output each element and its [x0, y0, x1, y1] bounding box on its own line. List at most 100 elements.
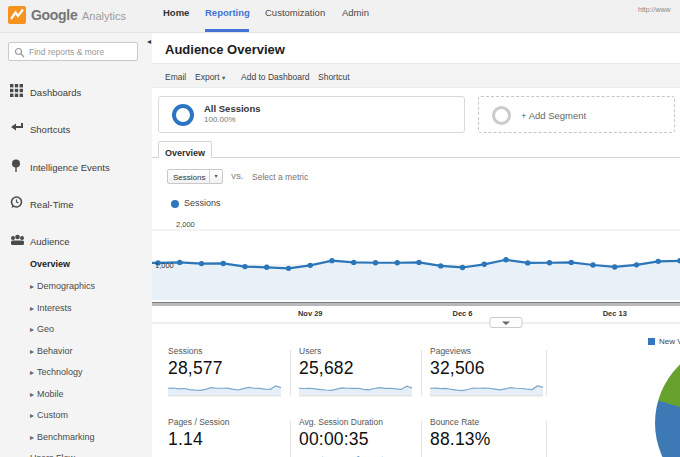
metric-value: 1.14	[168, 429, 286, 450]
sidebar-item-users-flow[interactable]: Users Flow	[0, 453, 152, 457]
metric-card-avg-duration: Avg. Session Duration 00:00:35	[299, 417, 417, 457]
metric-value: 32,506	[430, 358, 548, 379]
new-visitor-legend-swatch	[648, 338, 655, 345]
expand-arrow-icon: ▸	[30, 411, 34, 420]
metric-value: 25,682	[299, 358, 417, 379]
sessions-legend-dot-icon	[171, 200, 179, 208]
sidebar-item-geo[interactable]: ▸ Geo	[0, 324, 152, 338]
top-header: Google Analytics Home Reporting Customiz…	[0, 0, 680, 33]
shortcuts-arrow-icon	[10, 121, 24, 134]
expand-arrow-icon: ▸	[30, 304, 34, 313]
sidebar-item-label: Dashboards	[30, 87, 81, 98]
sidebar-item-custom[interactable]: ▸ Custom	[0, 410, 152, 424]
search-input[interactable]	[29, 44, 134, 59]
sidebar-item-label: Shortcuts	[30, 124, 70, 135]
shortcut-button[interactable]: Shortcut	[318, 72, 350, 82]
svg-text:Nov 29: Nov 29	[298, 309, 323, 318]
card-divider	[546, 421, 547, 457]
metric-card-users: Users 25,682	[299, 346, 417, 401]
select-metric-dropdown[interactable]: Select a metric	[252, 172, 308, 182]
add-segment-button[interactable]: + Add Segment	[478, 96, 675, 133]
expand-arrow-icon: ▸	[30, 390, 34, 399]
nav-home[interactable]: Home	[163, 7, 189, 18]
metric-label: Users	[299, 346, 417, 356]
segment-title: All Sessions	[204, 103, 261, 114]
svg-text:2,000: 2,000	[176, 220, 195, 229]
sidebar-item-shortcuts[interactable]: Shortcuts	[0, 121, 152, 139]
email-button[interactable]: Email	[165, 72, 186, 82]
sidebar-item-label: Real-Time	[30, 199, 73, 210]
sidebar-subitem-label: Mobile	[37, 389, 64, 399]
brand-google: Google	[31, 7, 77, 23]
card-divider	[290, 421, 291, 457]
metric-label: Avg. Session Duration	[299, 417, 417, 427]
card-divider	[546, 350, 547, 396]
sidebar-item-label: Audience	[30, 236, 70, 247]
sidebar-item-technology[interactable]: ▸ Technology	[0, 367, 152, 381]
nav-customization[interactable]: Customization	[265, 7, 325, 18]
metric-card-bounce-rate: Bounce Rate 88.13%	[430, 417, 548, 457]
visitor-type-pie-chart	[655, 342, 680, 457]
pages-session-sparkline	[168, 452, 281, 457]
sidebar-subitem-label: Overview	[30, 259, 70, 269]
dashboards-grid-icon	[10, 84, 23, 97]
add-to-dashboard-button[interactable]: Add to Dashboard	[241, 72, 310, 82]
expand-arrow-icon: ▸	[30, 325, 34, 334]
page-title: Audience Overview	[165, 42, 285, 57]
report-toolbar: Email Export ▾ Add to Dashboard Shortcut	[152, 63, 680, 88]
tab-overview[interactable]: Overview	[158, 141, 212, 158]
sidebar-item-audience[interactable]: Audience	[0, 233, 152, 251]
brand-analytics: Analytics	[82, 10, 126, 22]
sidebar-subitem-label: Behavior	[37, 346, 73, 356]
active-nav-underline	[205, 29, 249, 32]
collapse-sidebar-icon[interactable]: ◂	[147, 37, 151, 46]
card-divider	[421, 350, 422, 396]
sidebar-item-intelligence-events[interactable]: Intelligence Events	[0, 159, 152, 177]
segment-all-sessions[interactable]: All Sessions 100.00%	[158, 96, 465, 133]
segment-percent: 100.00%	[204, 115, 236, 124]
nav-admin[interactable]: Admin	[342, 7, 369, 18]
segment-ring-icon	[172, 104, 194, 126]
nav-reporting[interactable]: Reporting	[205, 7, 250, 18]
metric-label: Pageviews	[430, 346, 548, 356]
main-content: ◂ Audience Overview Email Export ▾ Add t…	[152, 33, 680, 457]
export-button[interactable]: Export ▾	[195, 72, 225, 82]
sidebar-item-real-time[interactable]: Real-Time	[0, 196, 152, 214]
sidebar-item-dashboards[interactable]: Dashboards	[0, 84, 152, 102]
avg-duration-sparkline	[299, 452, 412, 457]
sidebar-item-demographics[interactable]: ▸ Demographics	[0, 281, 152, 295]
expand-arrow-icon: ▸	[30, 282, 34, 291]
sidebar-item-label: Intelligence Events	[30, 162, 110, 173]
sidebar-item-mobile[interactable]: ▸ Mobile	[0, 389, 152, 403]
users-sparkline	[299, 381, 412, 397]
sidebar-subitem-label: Interests	[37, 303, 72, 313]
sessions-sparkline	[168, 381, 281, 397]
sidebar-item-interests[interactable]: ▸ Interests	[0, 303, 152, 317]
svg-text:Dec 6: Dec 6	[452, 309, 472, 318]
sidebar-item-benchmarking[interactable]: ▸ Benchmarking	[0, 432, 152, 446]
metric-value: 88.13%	[430, 429, 548, 450]
metric-value: 00:00:35	[299, 429, 417, 450]
sessions-legend-label: Sessions	[184, 198, 221, 208]
expand-arrow-icon: ▸	[30, 433, 34, 442]
report-search[interactable]	[8, 42, 138, 61]
sidebar-item-overview[interactable]: Overview	[0, 259, 152, 273]
tab-divider	[152, 157, 680, 158]
google-analytics-logo-icon	[8, 6, 26, 24]
bounce-rate-sparkline	[430, 452, 543, 457]
metric-select-dropdown[interactable]: Sessions ▾	[167, 169, 223, 184]
metric-card-pages-session: Pages / Session 1.14	[168, 417, 286, 457]
metric-label: Sessions	[168, 346, 286, 356]
sidebar: Dashboards Shortcuts Intelligence Events…	[0, 33, 152, 457]
sessions-line-chart: 2,0001,000Nov 29Dec 6Dec 13	[152, 215, 680, 330]
sidebar-subitem-label: Demographics	[37, 281, 95, 291]
expand-arrow-icon: ▸	[30, 347, 34, 356]
metric-card-pageviews: Pageviews 32,506	[430, 346, 548, 401]
sidebar-subitem-label: Users Flow	[30, 453, 75, 457]
svg-text:1,000: 1,000	[155, 261, 174, 270]
pageviews-sparkline	[430, 381, 543, 397]
caret-down-icon: ▾	[222, 74, 225, 81]
add-segment-label: + Add Segment	[521, 110, 586, 121]
sidebar-subitem-label: Benchmarking	[37, 432, 95, 442]
sidebar-item-behavior[interactable]: ▸ Behavior	[0, 346, 152, 360]
